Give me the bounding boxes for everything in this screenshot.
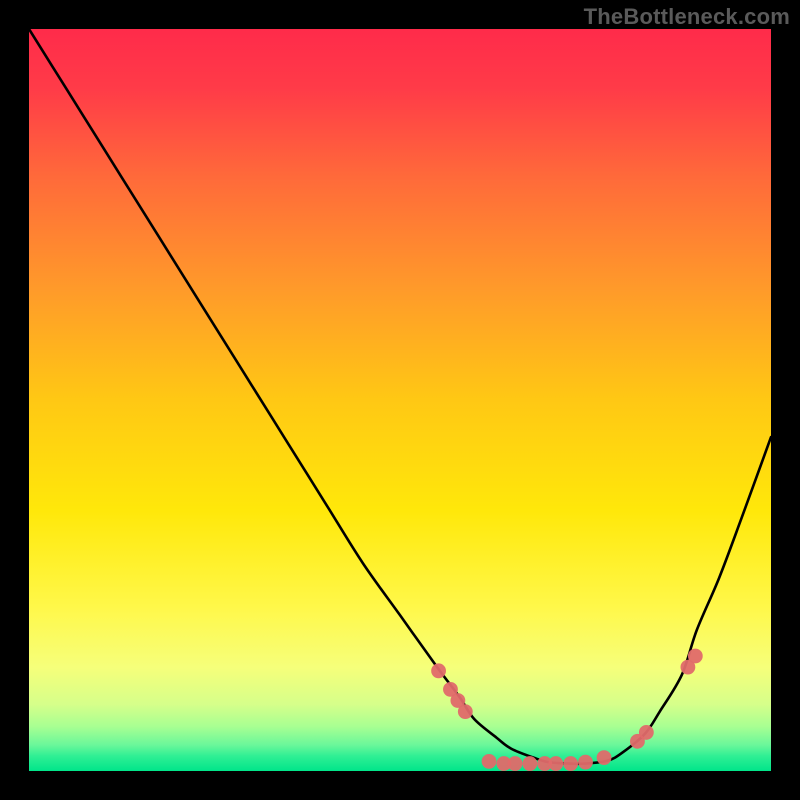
data-marker [548,756,563,771]
data-marker [508,756,523,771]
data-marker [431,663,446,678]
plot-area [29,29,771,771]
data-marker [639,725,654,740]
data-marker [688,649,703,664]
chart-frame: TheBottleneck.com [0,0,800,800]
bottleneck-curve [29,29,771,764]
watermark-text: TheBottleneck.com [584,4,790,30]
data-marker [522,756,537,771]
curve-layer [29,29,771,771]
data-marker [482,754,497,769]
data-marker [578,755,593,770]
data-marker [458,704,473,719]
data-marker [597,750,612,765]
data-marker [563,756,578,771]
